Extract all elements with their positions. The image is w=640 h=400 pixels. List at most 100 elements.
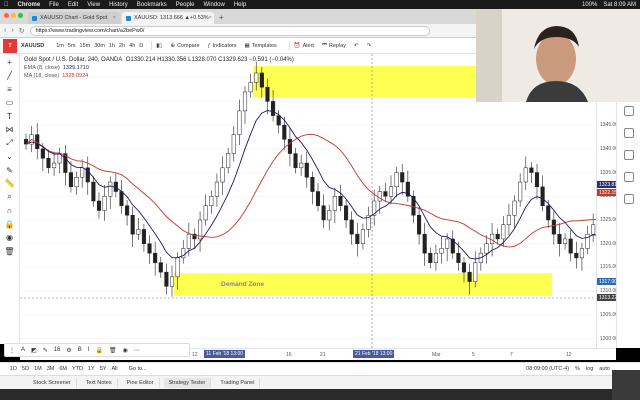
trash-icon[interactable]: 🗑 xyxy=(4,245,16,257)
trash-icon[interactable]: 🗑 xyxy=(109,347,117,354)
prediction-icon[interactable]: ⤢ xyxy=(4,137,16,149)
lock-icon[interactable]: 🔒 xyxy=(4,218,16,230)
forward-icon[interactable]: › xyxy=(11,27,13,34)
chart-style-button[interactable]: ▮▯ xyxy=(156,43,162,49)
range-5y[interactable]: 5Y xyxy=(100,366,107,372)
indicators-button[interactable]: ƒ Indicators xyxy=(208,43,237,49)
crosshair-icon[interactable]: + xyxy=(4,56,16,68)
menu-view[interactable]: View xyxy=(87,2,100,8)
interval-1m[interactable]: 1m xyxy=(56,43,64,49)
trend-line-icon[interactable]: ╱ xyxy=(4,70,16,82)
interval-30m[interactable]: 30m xyxy=(94,43,105,49)
percent-toggle[interactable]: % xyxy=(575,366,580,372)
goto-button[interactable]: Go to... xyxy=(129,366,147,372)
more-icon[interactable]: ⋯ xyxy=(134,347,140,354)
chat-icon[interactable] xyxy=(623,172,634,182)
tab-pine-editor[interactable]: Pine Editor xyxy=(122,377,160,388)
candle-body xyxy=(52,162,57,169)
range-ytd[interactable]: YTD xyxy=(72,366,83,372)
fill-icon[interactable]: ◩ xyxy=(31,347,37,354)
close-tab-icon[interactable]: × xyxy=(113,15,116,21)
interval-4h[interactable]: 4h xyxy=(129,43,135,49)
pencil-icon[interactable]: ✎ xyxy=(43,347,48,354)
menu-help[interactable]: Help xyxy=(234,2,246,8)
text-color-icon[interactable]: A xyxy=(21,347,25,353)
range-3m[interactable]: 3M xyxy=(47,366,55,372)
interval-1h[interactable]: 1h xyxy=(109,43,115,49)
minimize-window-icon[interactable] xyxy=(11,13,16,18)
interval-5m[interactable]: 5m xyxy=(68,43,76,49)
candle-body xyxy=(579,248,584,259)
close-tab-icon[interactable]: × xyxy=(209,15,212,21)
tab-strategy-tester[interactable]: Strategy Tester xyxy=(163,377,212,388)
drag-handle-icon[interactable]: ⋮ xyxy=(9,347,15,354)
symbol-search[interactable]: XAUUSD xyxy=(21,43,44,49)
tab-stock-screener[interactable]: Stock Screener xyxy=(28,377,77,388)
compare-button[interactable]: ⊕ Compare xyxy=(170,43,199,49)
timezone-clock[interactable]: 08:09:00 (UTC-4) xyxy=(526,366,569,372)
zoom-window-icon[interactable] xyxy=(18,13,23,18)
back-icon[interactable]: ‹ xyxy=(4,27,6,34)
range-5d[interactable]: 5D xyxy=(22,366,29,372)
settings-icon[interactable]: ⚙ xyxy=(66,347,71,354)
ruler-icon[interactable]: 📏 xyxy=(4,178,16,190)
new-tab-icon[interactable]: + xyxy=(219,13,224,22)
redo-button[interactable]: ↷ xyxy=(367,43,372,49)
auto-toggle[interactable]: auto xyxy=(599,366,610,372)
replay-button[interactable]: ⏮ Replay xyxy=(322,42,346,49)
browser-tab[interactable]: XAUUSD Chart - Gold Spot × xyxy=(28,12,120,24)
log-toggle[interactable]: log xyxy=(586,366,593,372)
legend-title-row: Gold Spot / U.S. Dollar, 240, OANDA O133… xyxy=(24,56,294,64)
menubar-status: 100% Sat 8:09 AM xyxy=(582,2,640,8)
menu-file[interactable]: File xyxy=(49,2,59,8)
zoom-icon[interactable]: ⌕ xyxy=(4,191,16,203)
range-1d[interactable]: 1D xyxy=(10,366,17,372)
menu-bookmarks[interactable]: Bookmarks xyxy=(137,2,167,8)
horizontal-line-icon[interactable]: ≡ xyxy=(4,83,16,95)
reload-icon[interactable]: ↻ xyxy=(19,27,25,35)
range-1m[interactable]: 1M xyxy=(34,366,42,372)
tab-trading-panel[interactable]: Trading Panel xyxy=(215,377,261,388)
apple-icon[interactable]:  xyxy=(4,2,9,8)
watchlist-icon[interactable] xyxy=(623,106,634,116)
tab-text-notes[interactable]: Text Notes xyxy=(81,377,118,388)
eye-icon[interactable]: ◉ xyxy=(4,232,16,244)
close-window-icon[interactable] xyxy=(4,13,9,18)
bold-icon[interactable]: B xyxy=(78,347,82,353)
compare-label: Compare xyxy=(176,42,200,49)
italic-icon[interactable]: I xyxy=(88,347,90,353)
candle-body xyxy=(327,210,332,221)
candle-body xyxy=(299,162,304,169)
brush-icon[interactable]: ✎ xyxy=(4,164,16,176)
visibility-icon[interactable]: ◉ xyxy=(123,347,128,354)
menu-history[interactable]: History xyxy=(109,2,128,8)
range-all[interactable]: All xyxy=(111,366,117,372)
templates-button[interactable]: ▦ Templates xyxy=(245,43,277,49)
magnet-icon[interactable]: ∩ xyxy=(4,205,16,217)
menu-window[interactable]: Window xyxy=(203,2,224,8)
url-field[interactable]: https://www.tradingview.com/chart/a2bePw… xyxy=(29,25,430,36)
more-tools-chevron-icon[interactable]: ⌄ xyxy=(4,151,16,163)
interval-15m[interactable]: 15m xyxy=(80,43,91,49)
alert-button[interactable]: ⏰ Alert xyxy=(294,43,314,49)
pattern-icon[interactable]: ⋈ xyxy=(4,124,16,136)
range-1y[interactable]: 1Y xyxy=(88,366,95,372)
undo-button[interactable]: ↶ xyxy=(354,43,359,49)
text-icon[interactable]: T xyxy=(4,110,16,122)
interval-d[interactable]: D xyxy=(139,43,143,49)
calendar-icon[interactable] xyxy=(623,128,634,138)
notifications-icon[interactable] xyxy=(623,194,634,204)
legend-ma-row[interactable]: MA (18, close) 1328.0924 xyxy=(24,72,294,80)
rectangle-icon[interactable]: ▭ xyxy=(4,97,16,109)
menu-people[interactable]: People xyxy=(176,2,195,8)
browser-tab-active[interactable]: XAUUSD: 1313.666 ▲+0.53% × xyxy=(122,12,214,24)
legend-ema-row[interactable]: EMA (8, close) 1329.1710 xyxy=(24,64,294,72)
interval-2h[interactable]: 2h xyxy=(119,43,125,49)
lock-icon[interactable]: 🔒 xyxy=(95,347,102,354)
menu-app-name[interactable]: Chrome xyxy=(18,2,41,8)
ideas-icon[interactable] xyxy=(623,150,634,160)
range-6m[interactable]: 6M xyxy=(59,366,67,372)
tradingview-logo-icon[interactable]: T xyxy=(3,38,17,53)
menu-edit[interactable]: Edit xyxy=(68,2,78,8)
font-size-select[interactable]: 16 xyxy=(54,347,61,353)
